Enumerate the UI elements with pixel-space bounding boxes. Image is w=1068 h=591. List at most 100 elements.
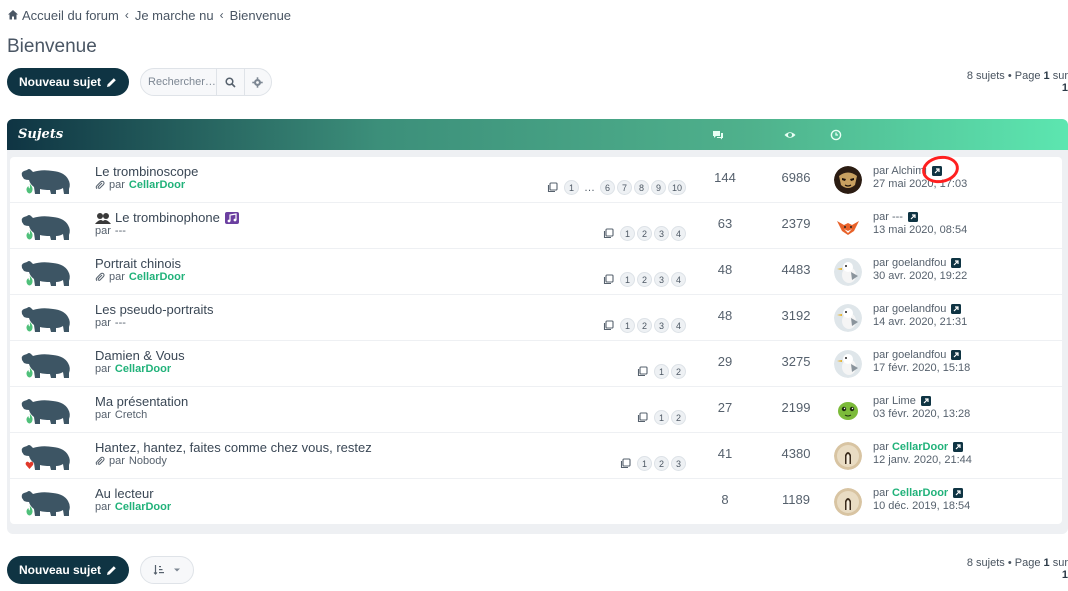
last-post-author-link[interactable]: --- bbox=[892, 211, 903, 223]
topic-page-link[interactable]: 1 bbox=[654, 364, 669, 379]
topic-page-link[interactable]: 3 bbox=[654, 272, 669, 287]
topic-pagination: 12 bbox=[637, 364, 686, 379]
total-pages: 1 bbox=[1061, 82, 1068, 94]
last-post-author-link[interactable]: CellarDoor bbox=[892, 487, 948, 499]
new-topic-button-bottom[interactable]: Nouveau sujet bbox=[7, 556, 130, 584]
topic-page-link[interactable]: 1 bbox=[620, 318, 635, 333]
last-poster-avatar[interactable] bbox=[834, 258, 862, 286]
goto-last-post-icon[interactable] bbox=[951, 304, 962, 314]
topic-author-line: par CellarDoor bbox=[95, 501, 171, 513]
topic-row[interactable]: Portrait chinois par CellarDoor 1234 48 … bbox=[10, 249, 1062, 294]
last-poster-avatar[interactable] bbox=[834, 396, 862, 424]
last-poster-avatar[interactable] bbox=[834, 350, 862, 378]
by-label: par bbox=[95, 317, 111, 329]
last-post-author-link[interactable]: CellarDoor bbox=[892, 441, 948, 453]
topic-row[interactable]: Hantez, hantez, faites comme chez vous, … bbox=[10, 433, 1062, 478]
topic-title-link[interactable]: Ma présentation bbox=[95, 394, 188, 409]
goto-last-post-icon[interactable] bbox=[931, 166, 942, 176]
last-poster-avatar[interactable] bbox=[834, 442, 862, 470]
topic-author-link[interactable]: --- bbox=[115, 317, 126, 329]
goto-last-post-icon[interactable] bbox=[951, 350, 962, 360]
topic-title-link[interactable]: Les pseudo-portraits bbox=[95, 302, 214, 317]
last-post-date: 12 janv. 2020, 21:44 bbox=[873, 454, 972, 466]
topics-header-label: Sujets bbox=[18, 127, 64, 142]
last-poster-avatar[interactable] bbox=[834, 488, 862, 516]
topic-row[interactable]: Les pseudo-portraits par --- 1234 48 319… bbox=[10, 295, 1062, 340]
goto-last-post-icon[interactable] bbox=[920, 396, 931, 406]
goto-last-post-icon[interactable] bbox=[953, 488, 964, 498]
last-post-author-link[interactable]: goelandfou bbox=[892, 257, 946, 269]
topic-row[interactable]: Damien & Vous par CellarDoor 12 29 3275 … bbox=[10, 341, 1062, 386]
page-title[interactable]: Bienvenue bbox=[7, 36, 97, 58]
last-post-author-link[interactable]: Lime bbox=[892, 395, 916, 407]
topic-page-link[interactable]: 3 bbox=[654, 226, 669, 241]
topic-title-link[interactable]: Portrait chinois bbox=[95, 256, 181, 271]
topic-title-link[interactable]: Le trombinophone bbox=[115, 210, 220, 225]
topic-page-link[interactable]: 2 bbox=[637, 318, 652, 333]
advanced-search-button[interactable] bbox=[243, 69, 272, 95]
breadcrumb-category-link[interactable]: Je marche nu bbox=[135, 8, 214, 23]
topic-page-link[interactable]: 10 bbox=[667, 180, 686, 195]
breadcrumb-forum-link[interactable]: Bienvenue bbox=[230, 8, 291, 23]
topic-author-link[interactable]: CellarDoor bbox=[129, 179, 185, 191]
topic-page-link[interactable]: 1 bbox=[637, 456, 652, 471]
topic-title-link[interactable]: Hantez, hantez, faites comme chez vous, … bbox=[95, 440, 372, 455]
topic-title-wrap: Au lecteur bbox=[95, 486, 154, 501]
topic-title-link[interactable]: Au lecteur bbox=[95, 486, 154, 501]
topic-page-link[interactable]: 1 bbox=[620, 272, 635, 287]
reply-count: 29 bbox=[717, 354, 733, 369]
topic-row[interactable]: Le trombinophone par --- 1234 63 2379 pa… bbox=[10, 203, 1062, 248]
topic-page-link[interactable]: 2 bbox=[671, 364, 686, 379]
pages-icon bbox=[637, 412, 648, 423]
last-post-date: 03 févr. 2020, 13:28 bbox=[873, 408, 971, 420]
topic-author-link[interactable]: Nobody bbox=[129, 455, 167, 467]
topic-page-link[interactable]: 4 bbox=[671, 272, 686, 287]
topic-page-link[interactable]: 1 bbox=[563, 180, 579, 195]
topic-row[interactable]: Ma présentation par Cretch 12 27 2199 pa… bbox=[10, 387, 1062, 432]
last-poster-avatar[interactable] bbox=[834, 166, 862, 194]
search-input[interactable] bbox=[141, 76, 217, 88]
topic-author-link[interactable]: --- bbox=[115, 225, 126, 237]
topic-page-link[interactable]: 3 bbox=[654, 318, 669, 333]
last-post-author-line: par goelandfou bbox=[873, 257, 962, 269]
last-post-author-line: par goelandfou bbox=[873, 303, 962, 315]
last-post-author-link[interactable]: Alchimi bbox=[891, 165, 926, 177]
topic-page-link[interactable]: 4 bbox=[671, 226, 686, 241]
last-post-author-line: par Lime bbox=[873, 395, 931, 407]
topic-page-link[interactable]: 1 bbox=[654, 410, 669, 425]
last-post-author-link[interactable]: goelandfou bbox=[892, 349, 946, 361]
topic-page-link[interactable]: 1 bbox=[620, 226, 635, 241]
new-topic-button[interactable]: Nouveau sujet bbox=[7, 68, 130, 96]
search-button[interactable] bbox=[216, 69, 244, 95]
flame-icon bbox=[25, 275, 34, 286]
last-poster-avatar[interactable] bbox=[834, 212, 862, 240]
topic-title-link[interactable]: Le trombinoscope bbox=[95, 164, 198, 179]
sort-options-button[interactable] bbox=[140, 556, 195, 584]
last-post-date: 14 avr. 2020, 21:31 bbox=[873, 316, 968, 328]
topic-author-link[interactable]: CellarDoor bbox=[115, 363, 171, 375]
topic-list: Le trombinoscope par CellarDoor 1… 6 7 8 9 10… bbox=[10, 157, 1062, 525]
flame-icon bbox=[25, 505, 34, 516]
topic-page-link[interactable]: 8 bbox=[633, 180, 649, 195]
topic-row[interactable]: Le trombinoscope par CellarDoor 1 … 6 7 8 9 10… bbox=[10, 157, 1062, 202]
topic-author-link[interactable]: CellarDoor bbox=[129, 271, 185, 283]
topic-page-link[interactable]: 2 bbox=[637, 226, 652, 241]
goto-last-post-icon[interactable] bbox=[907, 212, 918, 222]
topic-page-link[interactable]: 9 bbox=[650, 180, 666, 195]
topic-author-link[interactable]: CellarDoor bbox=[115, 501, 171, 513]
topic-page-link[interactable]: 3 bbox=[671, 456, 686, 471]
topic-page-link[interactable]: 6 bbox=[599, 180, 615, 195]
breadcrumb-home-link[interactable]: Accueil du forum bbox=[22, 8, 119, 23]
topic-row[interactable]: Au lecteur par CellarDoor 8 1189 par Cel… bbox=[10, 479, 1062, 524]
topic-page-link[interactable]: 4 bbox=[671, 318, 686, 333]
topic-page-link[interactable]: 7 bbox=[616, 180, 632, 195]
topic-page-link[interactable]: 2 bbox=[654, 456, 669, 471]
topic-title-link[interactable]: Damien & Vous bbox=[95, 348, 185, 363]
goto-last-post-icon[interactable] bbox=[953, 442, 964, 452]
topic-author-link[interactable]: Cretch bbox=[115, 409, 147, 421]
goto-last-post-icon[interactable] bbox=[951, 258, 962, 268]
last-poster-avatar[interactable] bbox=[834, 304, 862, 332]
last-post-author-link[interactable]: goelandfou bbox=[892, 303, 946, 315]
topic-page-link[interactable]: 2 bbox=[637, 272, 652, 287]
topic-page-link[interactable]: 2 bbox=[671, 410, 686, 425]
